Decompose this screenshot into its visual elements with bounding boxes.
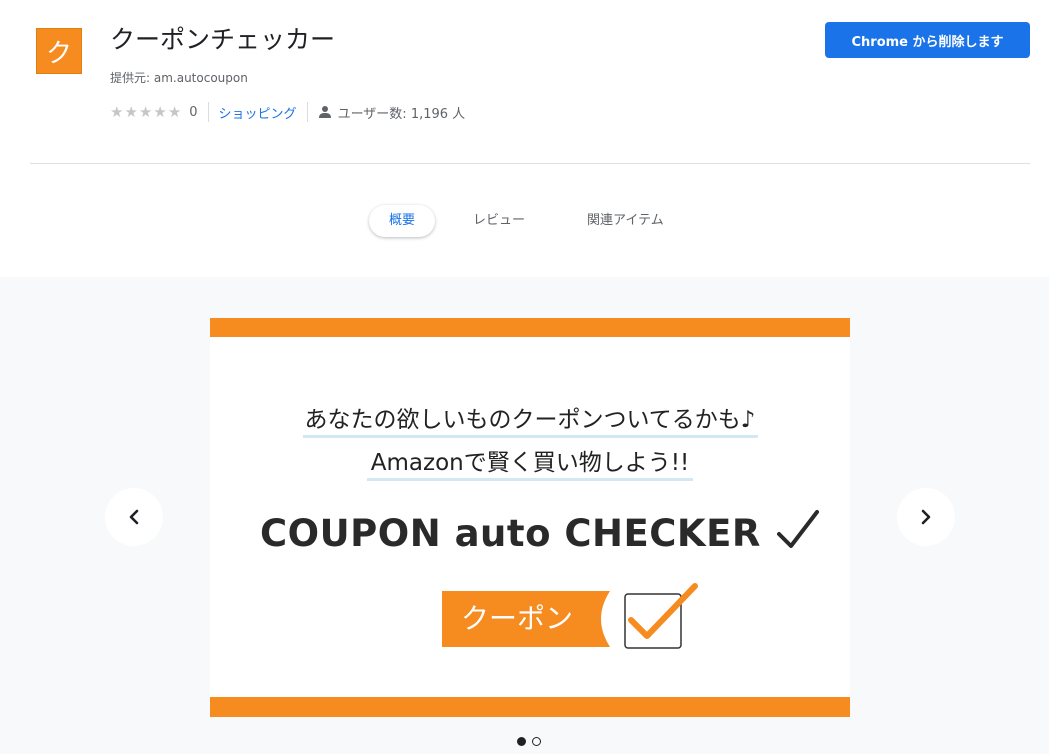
slide-subheadline: Amazonで賢く買い物しよう!!: [210, 443, 850, 481]
header-divider: [30, 163, 1030, 164]
meta-divider: [207, 102, 209, 122]
star-icon: ★: [167, 102, 182, 121]
slide-top-bar: [210, 318, 850, 337]
user-count: ユーザー数: 1,196 人: [337, 106, 466, 122]
pagination-dot-2[interactable]: [532, 737, 541, 746]
rating-count: 0: [189, 104, 198, 120]
screenshot-gallery: あなたの欲しいものクーポンついてるかも♪ Amazonで賢く買い物しよう!! C…: [0, 277, 1049, 754]
star-icon: ★: [153, 102, 167, 121]
meta-divider: [306, 102, 308, 122]
user-icon: [318, 105, 332, 119]
category-link[interactable]: ショッピング: [219, 103, 297, 122]
remove-from-chrome-button[interactable]: Chrome から削除します: [825, 22, 1030, 58]
slide-bottom-bar: [210, 697, 850, 717]
coupon-tag-label: クーポン: [460, 602, 573, 635]
extension-icon-glyph: ク: [45, 38, 72, 69]
gallery-slide: あなたの欲しいものクーポンついてるかも♪ Amazonで賢く買い物しよう!! C…: [210, 318, 850, 717]
gallery-pagination: [517, 737, 541, 746]
tab-related-items[interactable]: 関連アイテム: [587, 205, 664, 237]
slide-headline: あなたの欲しいものクーポンついてるかも♪: [210, 400, 850, 438]
star-icon: ★: [110, 102, 124, 121]
gallery-next-button[interactable]: [897, 488, 955, 546]
extension-meta: ★ ★ ★ ★ ★ 0 ショッピング ユーザー数: 1,196 人: [110, 101, 465, 123]
checkmark-icon: [777, 510, 819, 548]
checked-box-icon: [624, 583, 698, 649]
detail-tabs: 概要 レビュー 関連アイテム: [0, 205, 1049, 239]
extension-title: クーポンチェッカー: [110, 25, 336, 54]
pagination-dot-1[interactable]: [517, 737, 526, 746]
rating-stars[interactable]: ★ ★ ★ ★ ★: [110, 102, 182, 121]
provider-text: 提供元: am.autocoupon: [110, 71, 248, 85]
gallery-prev-button[interactable]: [105, 488, 163, 546]
slide-headline-text: あなたの欲しいものクーポンついてるかも♪: [302, 407, 758, 438]
star-icon: ★: [138, 102, 153, 121]
tab-reviews[interactable]: レビュー: [473, 205, 525, 237]
star-icon: ★: [124, 102, 138, 121]
slide-brand-text: COUPON auto CHECKER: [260, 512, 761, 555]
extension-icon: ク: [36, 28, 82, 74]
chevron-left-icon: [129, 509, 139, 525]
slide-subheadline-text: Amazonで賢く買い物しよう!!: [366, 450, 694, 481]
tab-overview[interactable]: 概要: [369, 205, 435, 237]
chevron-right-icon: [921, 509, 931, 525]
